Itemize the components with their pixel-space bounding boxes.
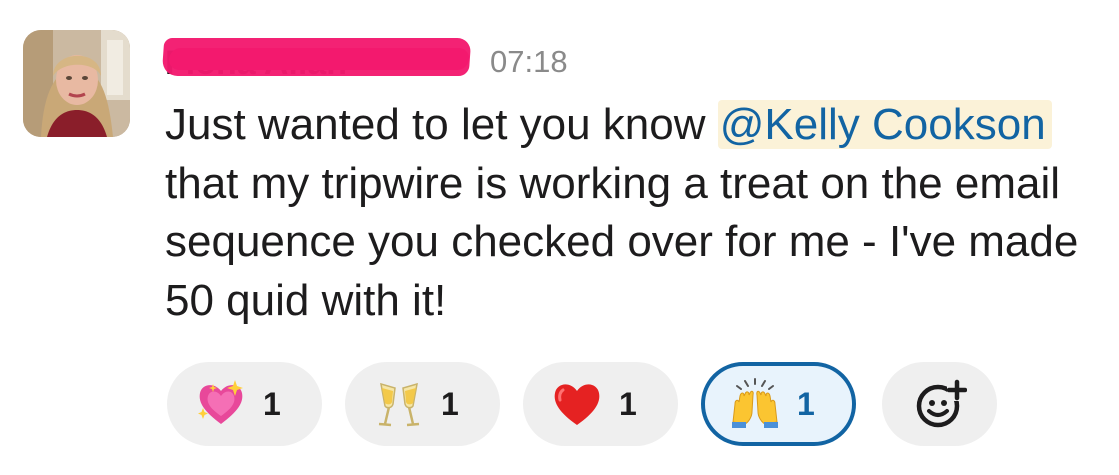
message: Fiona Allan 07:18 Just wanted to let you…	[0, 0, 1119, 475]
add-reaction-button[interactable]	[882, 362, 997, 446]
message-header: Fiona Allan 07:18	[161, 38, 1065, 88]
redaction-scribble	[168, 48, 470, 70]
red-heart-icon	[551, 378, 603, 430]
sparkling-heart-icon	[195, 378, 247, 430]
add-reaction-icon	[913, 377, 967, 431]
user-mention[interactable]: @Kelly Cookson	[717, 100, 1052, 149]
reaction-count: 1	[797, 385, 815, 422]
avatar[interactable]	[23, 30, 130, 137]
reaction-count: 1	[619, 385, 637, 422]
message-text: Just wanted to let you know @Kelly Cooks…	[165, 96, 1100, 330]
reaction-sparkling-heart[interactable]: 1	[167, 362, 322, 446]
timestamp[interactable]: 07:18	[490, 44, 568, 80]
avatar-photo	[23, 30, 130, 137]
message-text-part: Just wanted to let you know	[165, 100, 718, 149]
champagne-glasses-icon	[373, 378, 425, 430]
reaction-count: 1	[441, 385, 459, 422]
message-text-part: that my tripwire is working a treat on t…	[165, 158, 1079, 325]
reaction-red-heart[interactable]: 1	[523, 362, 678, 446]
reactions-bar: 1 1 1 1	[167, 362, 1107, 446]
reaction-champagne[interactable]: 1	[345, 362, 500, 446]
reaction-raised-hands[interactable]: 1	[701, 362, 856, 446]
reaction-count: 1	[263, 385, 281, 422]
raised-hands-icon	[729, 378, 781, 430]
